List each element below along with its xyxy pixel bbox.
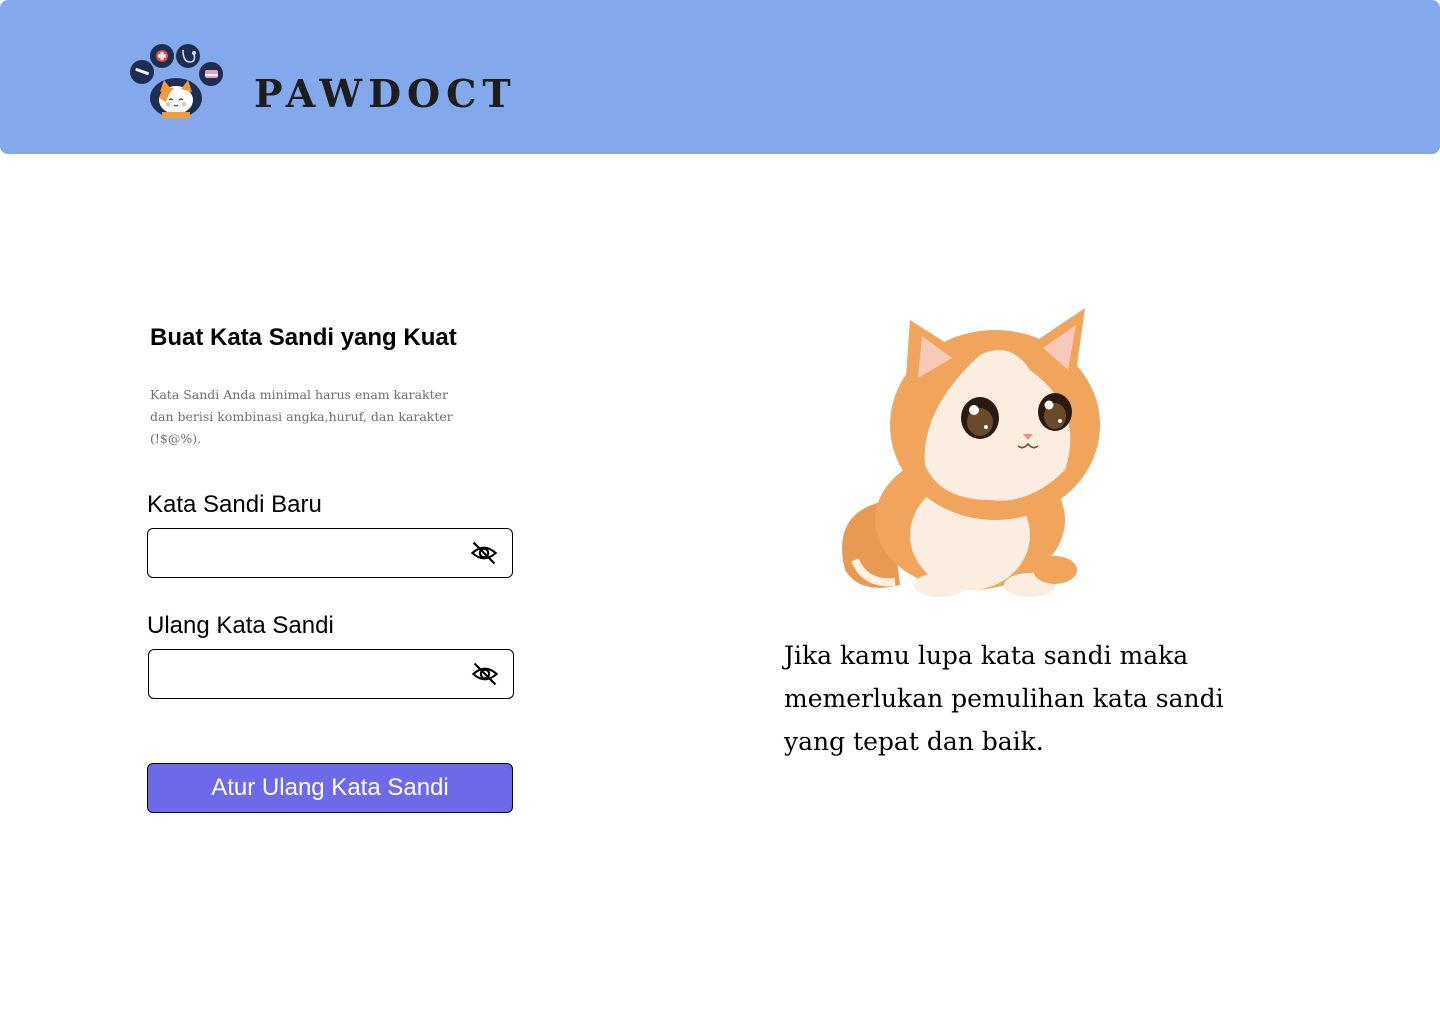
kitten-illustration <box>842 308 1100 597</box>
new-password-field[interactable] <box>147 528 513 578</box>
confirm-password-label: Ulang Kata Sandi <box>147 612 334 639</box>
brand-name: PAWDOCT <box>254 71 517 116</box>
new-password-input[interactable] <box>158 537 458 569</box>
eye-off-icon[interactable] <box>470 539 498 567</box>
password-requirements-text: Kata Sandi Anda minimal harus enam karak… <box>150 387 453 446</box>
confirm-password-field[interactable] <box>148 649 514 699</box>
reset-password-page: PAWDOCT Buat Kata Sandi yang Kuat Kata S… <box>0 0 1440 1024</box>
top-header: PAWDOCT <box>0 0 1440 154</box>
eye-off-icon[interactable] <box>471 660 499 688</box>
reset-password-button[interactable]: Atur Ulang Kata Sandi <box>147 763 513 813</box>
new-password-label: Kata Sandi Baru <box>147 491 322 518</box>
confirm-password-input[interactable] <box>159 658 459 690</box>
recovery-message: Jika kamu lupa kata sandi maka memerluka… <box>784 641 1224 756</box>
paw-logo-icon <box>130 44 223 118</box>
page-title: Buat Kata Sandi yang Kuat <box>150 324 457 351</box>
